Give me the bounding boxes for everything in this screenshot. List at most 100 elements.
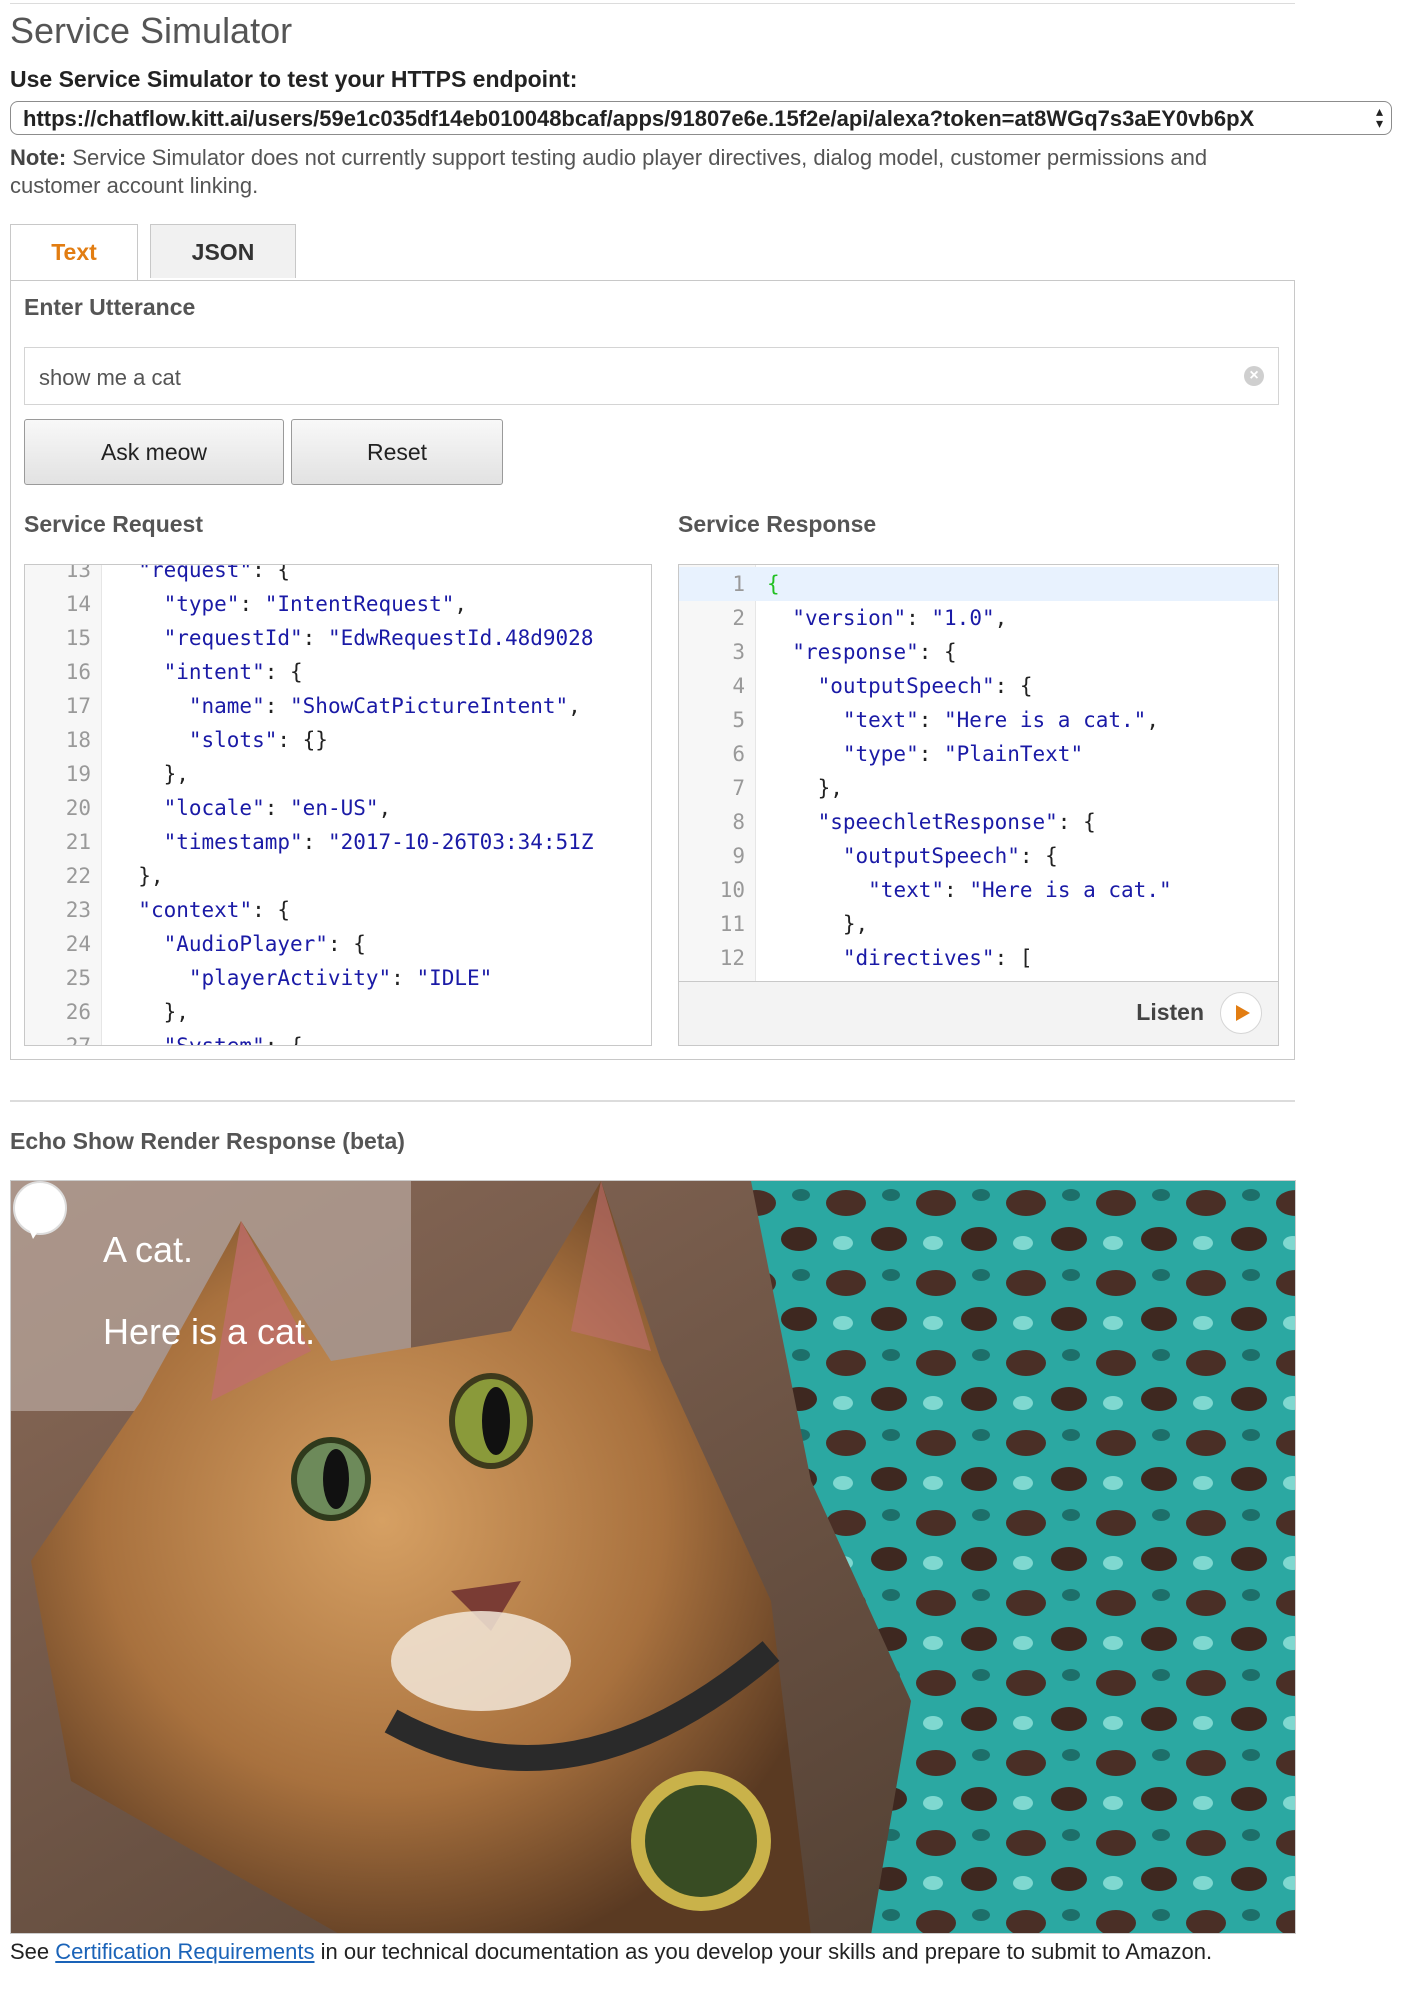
note: Note: Service Simulator does not current… (10, 144, 1300, 200)
clear-circle-icon[interactable]: × (1244, 366, 1264, 386)
code-line: 20 "locale": "en-US", (25, 791, 651, 825)
ask-meow-button[interactable]: Ask meow (24, 419, 284, 485)
footer-text: See Certification Requirements in our te… (10, 1938, 1270, 1966)
line-number: 26 (65, 1000, 91, 1024)
code-text: "response": { (792, 640, 957, 664)
note-label: Note: (10, 145, 67, 170)
utterance-input[interactable]: show me a cat × (24, 347, 1279, 405)
speech-bubble-icon (13, 1181, 67, 1239)
line-number: 4 (732, 674, 745, 698)
line-number: 14 (65, 592, 91, 616)
select-arrows-icon: ▴ ▾ (1375, 103, 1383, 131)
line-number: 13 (65, 564, 91, 582)
line-number: 19 (65, 762, 91, 786)
line-number: 22 (65, 864, 91, 888)
line-number: 17 (65, 694, 91, 718)
line-number: 11 (719, 912, 745, 936)
play-icon[interactable] (1220, 992, 1262, 1034)
code-line: 12 "directives": [ (679, 941, 1278, 975)
endpoint-select[interactable]: https://chatflow.kitt.ai/users/59e1c035d… (10, 101, 1392, 135)
certification-requirements-link[interactable]: Certification Requirements (55, 1939, 314, 1964)
code-text: }, (767, 776, 843, 800)
reset-button[interactable]: Reset (291, 419, 503, 485)
line-number: 24 (65, 932, 91, 956)
utterance-value: show me a cat (39, 365, 181, 390)
line-number: 27 (65, 1034, 91, 1046)
tab-json[interactable]: JSON (150, 224, 296, 278)
footer-suffix: in our technical documentation as you de… (314, 1939, 1213, 1964)
line-number: 25 (65, 966, 91, 990)
service-request-label: Service Request (24, 511, 203, 537)
top-divider (10, 3, 1295, 4)
code-text: }, (767, 912, 869, 936)
line-number: 9 (732, 844, 745, 868)
line-number: 3 (732, 640, 745, 664)
line-number: 18 (65, 728, 91, 752)
code-line: 18 "slots": {} (25, 723, 651, 757)
code-line: 25 "playerActivity": "IDLE" (25, 961, 651, 995)
code-line: 24 "AudioPlayer": { (25, 927, 651, 961)
code-text: "requestId": "EdwRequestId.48d9028 (163, 626, 594, 650)
line-number: 21 (65, 830, 91, 854)
code-line: 2 "version": "1.0", (679, 601, 1278, 635)
code-text: "version": "1.0", (792, 606, 1008, 630)
code-text: "slots": {} (188, 728, 328, 752)
echo-show-text: Here is a cat. (103, 1311, 316, 1352)
code-text: "playerActivity": "IDLE" (188, 966, 493, 990)
service-response-editor[interactable]: 1{2 "version": "1.0", 3 "response": {4 "o… (678, 564, 1279, 982)
listen-bar: Listen (678, 982, 1279, 1046)
code-text: { (767, 572, 780, 596)
code-line: 6 "type": "PlainText" (679, 737, 1278, 771)
line-number: 8 (732, 810, 745, 834)
echo-show-title: A cat. (103, 1229, 194, 1270)
code-line: 8 "speechletResponse": { (679, 805, 1278, 839)
line-number: 2 (732, 606, 745, 630)
line-number: 20 (65, 796, 91, 820)
code-line: 4 "outputSpeech": { (679, 669, 1278, 703)
code-line: 23 "context": { (25, 893, 651, 927)
code-line: 26 }, (25, 995, 651, 1029)
code-text: }, (113, 1000, 189, 1024)
code-line: 7 }, (679, 771, 1278, 805)
line-number: 16 (65, 660, 91, 684)
code-text: "intent": { (163, 660, 303, 684)
line-number: 7 (732, 776, 745, 800)
code-text: "locale": "en-US", (163, 796, 392, 820)
code-line: 11 }, (679, 907, 1278, 941)
echo-show-render: A cat. Here is a cat. (10, 1180, 1296, 1934)
code-text: }, (113, 762, 189, 786)
note-text: Service Simulator does not currently sup… (10, 145, 1208, 198)
endpoint-value: https://chatflow.kitt.ai/users/59e1c035d… (23, 106, 1255, 131)
section-divider (10, 1100, 1295, 1102)
endpoint-label: Use Service Simulator to test your HTTPS… (10, 66, 578, 92)
service-response-label: Service Response (678, 511, 877, 537)
code-text: "name": "ShowCatPictureIntent", (188, 694, 581, 718)
code-line: 13 "request": { (25, 564, 651, 587)
line-number: 5 (732, 708, 745, 732)
code-line: 5 "text": "Here is a cat.", (679, 703, 1278, 737)
code-text: "outputSpeech": { (817, 674, 1033, 698)
code-line: 22 }, (25, 859, 651, 893)
code-line: 16 "intent": { (25, 655, 651, 689)
code-line: 15 "requestId": "EdwRequestId.48d9028 (25, 621, 651, 655)
cat-photo (11, 1181, 1295, 1933)
code-text: }, (113, 864, 164, 888)
line-number: 10 (719, 878, 745, 902)
footer-prefix: See (10, 1939, 56, 1964)
utterance-label: Enter Utterance (24, 294, 196, 320)
service-request-editor[interactable]: 13 "request": { 14 "type": "IntentRequest… (24, 564, 652, 1046)
line-number: 1 (732, 572, 745, 596)
line-number: 15 (65, 626, 91, 650)
code-text: "speechletResponse": { (817, 810, 1096, 834)
code-line: 10 "text": "Here is a cat." (679, 873, 1278, 907)
code-line: 1{ (679, 567, 1278, 601)
code-text: "text": "Here is a cat.", (842, 708, 1159, 732)
code-line: 9 "outputSpeech": { (679, 839, 1278, 873)
code-text: "type": "PlainText" (842, 742, 1084, 766)
code-line: 3 "response": { (679, 635, 1278, 669)
code-text: "type": "IntentRequest", (163, 592, 468, 616)
code-line: 27 "System": { (25, 1029, 651, 1046)
tab-text[interactable]: Text (10, 224, 138, 280)
line-number: 12 (719, 946, 745, 970)
code-line: 21 "timestamp": "2017-10-26T03:34:51Z (25, 825, 651, 859)
